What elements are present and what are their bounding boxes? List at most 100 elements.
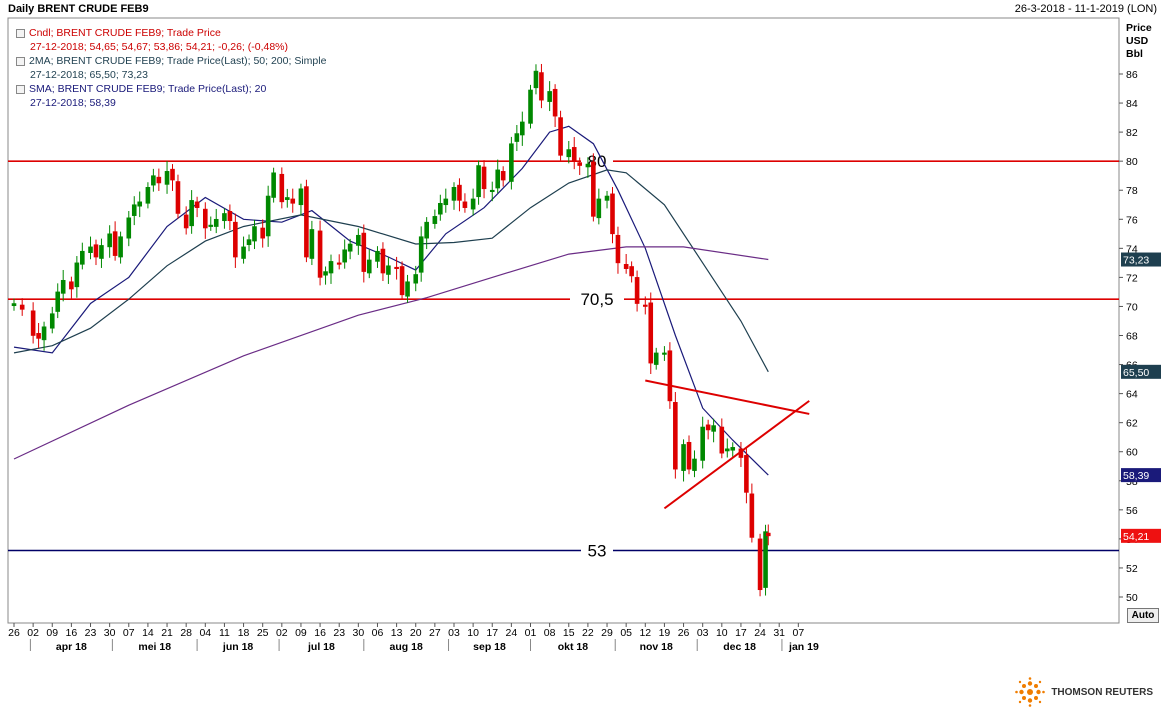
x-tick-label: 27	[429, 627, 441, 639]
legend-label: 2MA; BRENT CRUDE FEB9; Trade Price(Last)…	[29, 55, 327, 67]
x-tick-label: 24	[754, 627, 766, 639]
legend-row-sma: SMA; BRENT CRUDE FEB9; Trade Price(Last)…	[16, 82, 326, 96]
x-tick-label: 15	[563, 627, 575, 639]
candle-up	[41, 326, 47, 341]
candle-up	[432, 216, 438, 224]
candle-down	[380, 248, 386, 274]
axis-unit-line: Bbl	[1126, 48, 1143, 60]
x-tick-label: 16	[66, 627, 78, 639]
legend-toggle[interactable]	[16, 84, 25, 94]
x-tick-label: 17	[735, 627, 747, 639]
candle-down	[648, 302, 654, 364]
candle-up	[88, 246, 93, 253]
legend-row-candles: Cndl; BRENT CRUDE FEB9; Trade Price	[16, 26, 326, 40]
candle-up	[711, 425, 716, 432]
y-tick-label: 82	[1126, 127, 1138, 139]
candle-down	[552, 88, 558, 117]
value-tag-label: 73,23	[1123, 255, 1149, 267]
candle-down	[93, 244, 99, 258]
candle-down	[673, 402, 678, 470]
candle-up	[763, 531, 768, 588]
candle-up	[476, 165, 481, 198]
y-tick-label: 56	[1126, 505, 1138, 517]
month-label: jan 19	[788, 641, 819, 653]
x-tick-label: 30	[104, 627, 116, 639]
y-tick-label: 52	[1126, 563, 1138, 575]
candle-up	[284, 197, 290, 200]
legend-toggle[interactable]	[16, 28, 25, 38]
candle-up	[356, 234, 361, 246]
x-tick-label: 09	[46, 627, 58, 639]
candle-down	[227, 210, 233, 222]
candle-up	[566, 149, 572, 158]
legend-toggle[interactable]	[16, 56, 25, 66]
candle-down	[290, 198, 296, 204]
candle-down	[481, 166, 487, 190]
x-tick-label: 07	[792, 627, 804, 639]
x-tick-label: 02	[27, 627, 39, 639]
x-tick-label: 14	[142, 627, 154, 639]
candle-up	[11, 303, 17, 307]
x-tick-label: 26	[678, 627, 690, 639]
axis-unit-label: Price USD Bbl	[1126, 22, 1152, 61]
candle-up	[443, 198, 449, 206]
y-tick-label: 72	[1126, 272, 1138, 284]
candle-up	[700, 426, 705, 461]
candle-down	[749, 493, 755, 538]
candle-down	[462, 201, 468, 208]
x-tick-label: 06	[372, 627, 384, 639]
y-tick-label: 62	[1126, 418, 1138, 430]
x-tick-label: 19	[659, 627, 671, 639]
x-tick-label: 12	[639, 627, 651, 639]
x-tick-label: 04	[199, 627, 211, 639]
candle-up	[438, 202, 443, 215]
candle-down	[279, 173, 285, 203]
x-tick-label: 25	[257, 627, 269, 639]
candle-down	[629, 266, 634, 277]
x-tick-label: 16	[314, 627, 326, 639]
candle-up	[55, 291, 61, 312]
candle-down	[571, 147, 577, 162]
candle-down	[399, 266, 405, 296]
candle-up	[653, 352, 659, 365]
candle-up	[692, 458, 697, 471]
candle-down	[304, 186, 309, 258]
candle-up	[271, 172, 276, 198]
y-tick-label: 86	[1126, 69, 1138, 81]
candle-up	[222, 213, 227, 222]
y-tick-label: 84	[1126, 98, 1138, 110]
x-tick-label: 08	[544, 627, 556, 639]
x-tick-label: 01	[525, 627, 537, 639]
month-label: jun 18	[222, 641, 254, 653]
candle-down	[744, 455, 749, 493]
y-tick-label: 80	[1126, 156, 1138, 168]
x-tick-label: 10	[467, 627, 479, 639]
month-label: sep 18	[473, 641, 506, 653]
candle-up	[547, 91, 552, 102]
candle-up	[495, 169, 501, 189]
axis-unit-line: USD	[1126, 35, 1149, 47]
candle-up	[528, 89, 533, 124]
candle-down	[457, 184, 462, 201]
candle-up	[681, 444, 686, 471]
legend-values: 27-12-2018; 65,50; 73,23	[30, 69, 148, 81]
candle-down	[30, 310, 36, 336]
candle-down	[175, 181, 181, 214]
candle-up	[241, 246, 246, 259]
chart-window: Daily BRENT CRUDE FEB9 26-3-2018 - 11-1-…	[0, 0, 1163, 668]
candle-up	[265, 195, 271, 237]
candle-up	[533, 70, 539, 89]
x-tick-label: 28	[180, 627, 192, 639]
brand-name: THOMSON REUTERS	[1051, 686, 1153, 698]
candle-down	[610, 193, 615, 235]
candle-up	[151, 175, 156, 186]
candle-up	[74, 262, 80, 288]
x-tick-label: 13	[391, 627, 403, 639]
legend: Cndl; BRENT CRUDE FEB9; Trade Price 27-1…	[16, 26, 326, 110]
x-tick-label: 30	[352, 627, 364, 639]
x-tick-label: 10	[716, 627, 728, 639]
value-tag-label: 54,21	[1123, 531, 1149, 543]
candle-down	[19, 304, 25, 310]
auto-scale-button[interactable]: Auto	[1127, 608, 1159, 623]
candle-up	[99, 245, 104, 259]
